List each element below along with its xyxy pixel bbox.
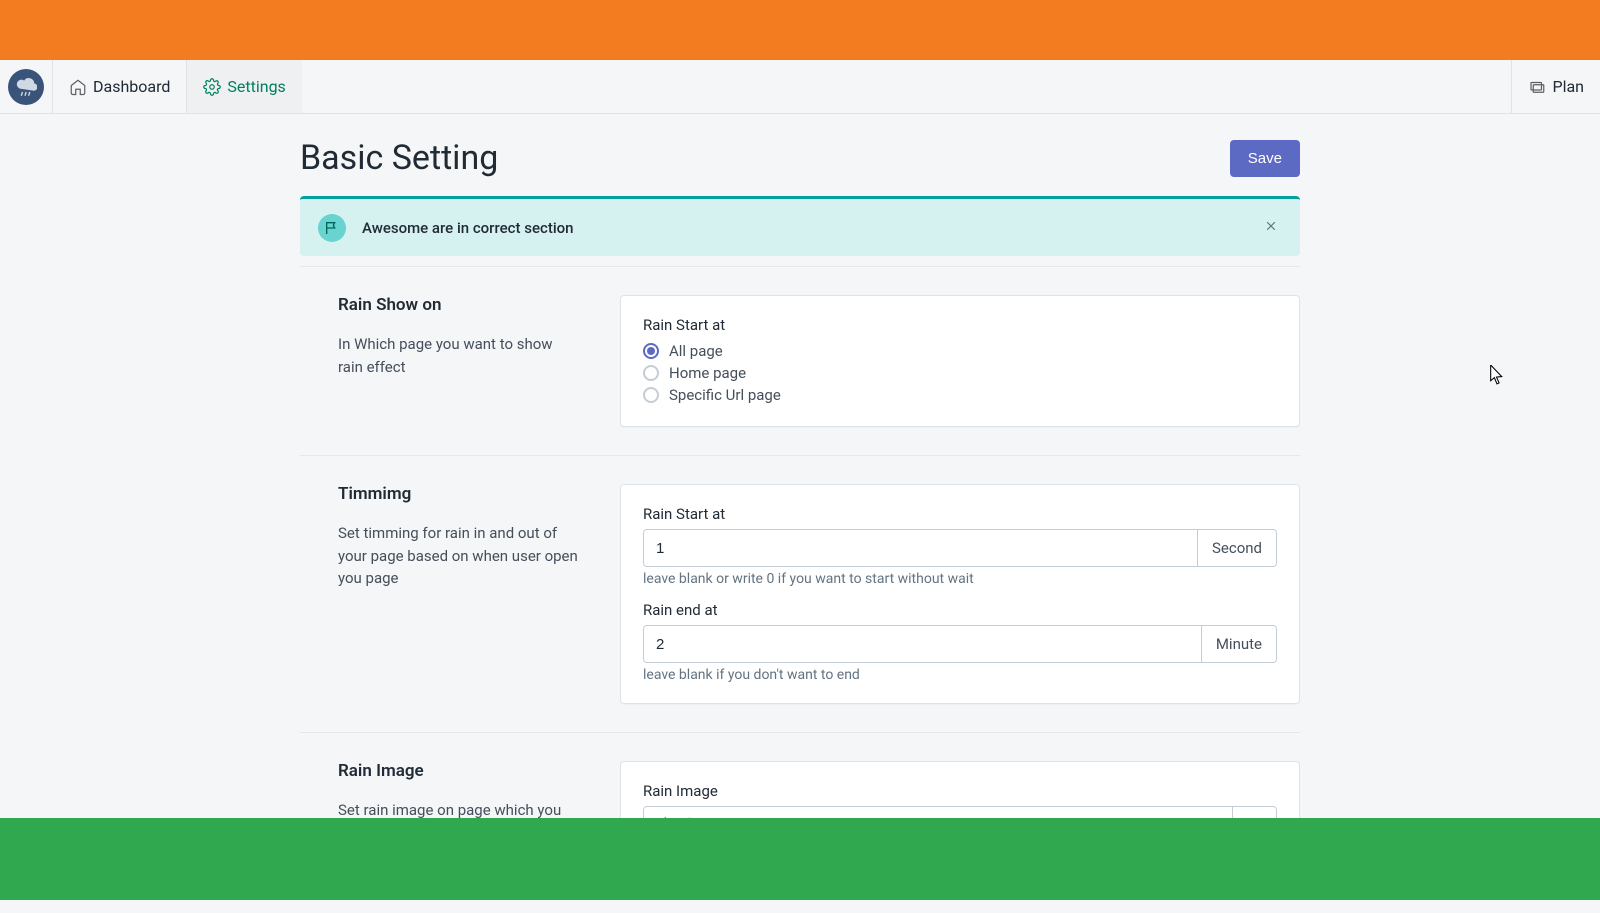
cloud-rain-icon [15,76,37,98]
radio-home-page[interactable]: Home page [643,362,1277,384]
timing-card: Rain Start at Second leave blank or writ… [620,484,1300,704]
rain-show-title: Rain Show on [338,295,580,315]
nav-dashboard-label: Dashboard [93,77,170,96]
rain-start-at-label: Rain Start at [643,316,1277,334]
banner-close-button[interactable] [1260,213,1282,242]
nav-plan-label: Plan [1552,77,1584,96]
gear-icon [203,78,221,96]
plan-icon [1528,78,1546,96]
close-icon [1264,219,1278,233]
radio-all-page[interactable]: All page [643,340,1277,362]
rain-image-title: Rain Image [338,761,580,781]
rain-show-desc: In Which page you want to show rain effe… [338,333,580,378]
radio-specific-url-label: Specific Url page [669,386,781,404]
header-row: Basic Setting Save [300,138,1300,178]
timing-start-unit: Second [1198,529,1277,567]
banner-text: Awesome are in correct section [362,219,1244,237]
home-icon [69,78,87,96]
timing-end-unit: Minute [1202,625,1277,663]
timing-desc: Set timming for rain in and out of your … [338,522,580,590]
radio-all-page-label: All page [669,342,723,360]
bottom-green-bar [0,818,1600,900]
timing-start-help: leave blank or write 0 if you want to st… [643,571,1277,587]
rain-image-label: Rain Image [643,782,1277,800]
timing-end-label: Rain end at [643,601,1277,619]
info-banner: Awesome are in correct section [300,196,1300,256]
timing-end-input[interactable] [643,625,1202,663]
section-rain-show: Rain Show on In Which page you want to s… [300,266,1300,455]
save-button[interactable]: Save [1230,140,1300,177]
cursor-pointer [1490,365,1504,385]
nav-bar: Dashboard Settings Plan [0,60,1600,114]
timing-start-input[interactable] [643,529,1198,567]
section-timing: Timmimg Set timming for rain in and out … [300,455,1300,732]
timing-start-label: Rain Start at [643,505,1277,523]
radio-home-page-label: Home page [669,364,746,382]
main-content: Basic Setting Save Awesome are in correc… [300,114,1300,913]
nav-settings[interactable]: Settings [186,60,301,113]
rain-show-card: Rain Start at All page Home page Specifi… [620,295,1300,427]
timing-title: Timmimg [338,484,580,504]
timing-end-help: leave blank if you don't want to end [643,667,1277,683]
app-logo[interactable] [8,69,44,105]
flag-icon [318,214,346,242]
nav-plan[interactable]: Plan [1511,60,1600,113]
page-title: Basic Setting [300,138,498,178]
radio-specific-url[interactable]: Specific Url page [643,384,1277,406]
nav-settings-label: Settings [227,77,285,96]
top-orange-bar [0,0,1600,60]
nav-dashboard[interactable]: Dashboard [52,60,186,113]
